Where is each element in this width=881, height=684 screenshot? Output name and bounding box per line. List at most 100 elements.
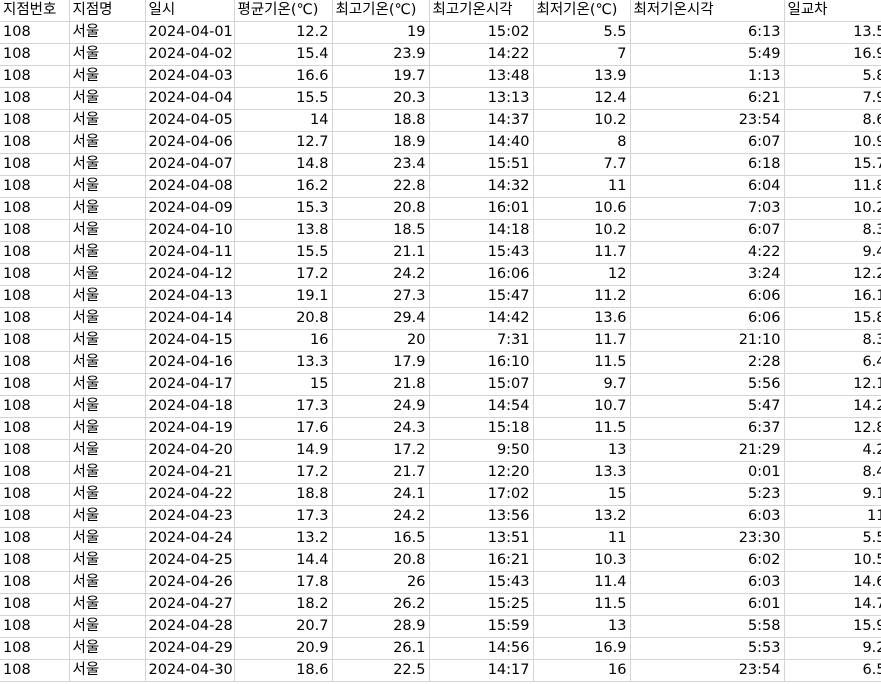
cell-max-temp[interactable]: 21.7 — [332, 461, 430, 484]
cell-daily-range[interactable]: 8.3 — [784, 219, 881, 242]
cell-avg-temp[interactable]: 17.2 — [234, 263, 333, 286]
cell-avg-temp[interactable]: 13.3 — [234, 351, 333, 374]
cell-min-temp[interactable]: 13 — [533, 615, 631, 638]
cell-daily-range[interactable]: 12.1 — [784, 373, 881, 396]
cell-min-temp[interactable]: 11 — [533, 527, 631, 550]
cell-date[interactable]: 2024-04-30 — [145, 659, 235, 682]
cell-max-temp-time[interactable]: 15:59 — [429, 615, 534, 638]
cell-min-temp[interactable]: 13.6 — [533, 307, 631, 330]
cell-station-name[interactable]: 서울 — [69, 197, 146, 220]
cell-date[interactable]: 2024-04-14 — [145, 307, 235, 330]
header-cell-min-temp-time[interactable]: 최저기온시각 — [630, 0, 785, 22]
cell-date[interactable]: 2024-04-28 — [145, 615, 235, 638]
cell-station-name[interactable]: 서울 — [69, 175, 146, 198]
cell-daily-range[interactable]: 15.9 — [784, 615, 881, 638]
cell-max-temp[interactable]: 20 — [332, 329, 430, 352]
cell-station-name[interactable]: 서울 — [69, 219, 146, 242]
cell-avg-temp[interactable]: 17.3 — [234, 505, 333, 528]
cell-daily-range[interactable]: 9.2 — [784, 637, 881, 660]
cell-min-temp-time[interactable]: 5:56 — [630, 373, 785, 396]
cell-min-temp-time[interactable]: 23:30 — [630, 527, 785, 550]
cell-date[interactable]: 2024-04-24 — [145, 527, 235, 550]
cell-daily-range[interactable]: 12.2 — [784, 263, 881, 286]
header-cell-max-temp-time[interactable]: 최고기온시각 — [429, 0, 534, 22]
cell-daily-range[interactable]: 4.2 — [784, 439, 881, 462]
cell-date[interactable]: 2024-04-13 — [145, 285, 235, 308]
cell-date[interactable]: 2024-04-22 — [145, 483, 235, 506]
cell-station-id[interactable]: 108 — [0, 505, 70, 528]
cell-min-temp-time[interactable]: 6:02 — [630, 549, 785, 572]
cell-min-temp-time[interactable]: 5:47 — [630, 395, 785, 418]
cell-daily-range[interactable]: 9.4 — [784, 241, 881, 264]
header-cell-station-id[interactable]: 지점번호 — [0, 0, 70, 22]
cell-max-temp[interactable]: 21.1 — [332, 241, 430, 264]
cell-station-id[interactable]: 108 — [0, 659, 70, 682]
cell-station-id[interactable]: 108 — [0, 373, 70, 396]
cell-min-temp[interactable]: 13.9 — [533, 65, 631, 88]
cell-date[interactable]: 2024-04-01 — [145, 21, 235, 44]
cell-min-temp[interactable]: 11.7 — [533, 241, 631, 264]
cell-min-temp[interactable]: 11.4 — [533, 571, 631, 594]
cell-avg-temp[interactable]: 12.7 — [234, 131, 333, 154]
cell-min-temp-time[interactable]: 3:24 — [630, 263, 785, 286]
cell-min-temp-time[interactable]: 21:10 — [630, 329, 785, 352]
cell-max-temp[interactable]: 17.9 — [332, 351, 430, 374]
cell-date[interactable]: 2024-04-18 — [145, 395, 235, 418]
cell-daily-range[interactable]: 6.4 — [784, 351, 881, 374]
cell-max-temp[interactable]: 24.1 — [332, 483, 430, 506]
cell-station-id[interactable]: 108 — [0, 241, 70, 264]
cell-station-name[interactable]: 서울 — [69, 307, 146, 330]
cell-min-temp[interactable]: 7 — [533, 43, 631, 66]
cell-min-temp-time[interactable]: 6:13 — [630, 21, 785, 44]
header-cell-daily-range[interactable]: 일교차 — [784, 0, 881, 22]
cell-daily-range[interactable]: 14.6 — [784, 571, 881, 594]
cell-station-id[interactable]: 108 — [0, 571, 70, 594]
cell-max-temp-time[interactable]: 13:51 — [429, 527, 534, 550]
cell-max-temp-time[interactable]: 13:48 — [429, 65, 534, 88]
cell-daily-range[interactable]: 8.6 — [784, 109, 881, 132]
cell-avg-temp[interactable]: 15.5 — [234, 241, 333, 264]
cell-daily-range[interactable]: 7.9 — [784, 87, 881, 110]
cell-max-temp-time[interactable]: 14:22 — [429, 43, 534, 66]
cell-min-temp[interactable]: 13 — [533, 439, 631, 462]
cell-min-temp-time[interactable]: 5:23 — [630, 483, 785, 506]
cell-station-id[interactable]: 108 — [0, 197, 70, 220]
cell-max-temp-time[interactable]: 15:25 — [429, 593, 534, 616]
cell-station-id[interactable]: 108 — [0, 417, 70, 440]
cell-min-temp-time[interactable]: 6:07 — [630, 219, 785, 242]
cell-daily-range[interactable]: 16.9 — [784, 43, 881, 66]
cell-min-temp-time[interactable]: 21:29 — [630, 439, 785, 462]
cell-min-temp[interactable]: 8 — [533, 131, 631, 154]
cell-avg-temp[interactable]: 20.7 — [234, 615, 333, 638]
cell-date[interactable]: 2024-04-12 — [145, 263, 235, 286]
cell-daily-range[interactable]: 11 — [784, 505, 881, 528]
cell-daily-range[interactable]: 16.1 — [784, 285, 881, 308]
cell-max-temp-time[interactable]: 17:02 — [429, 483, 534, 506]
cell-daily-range[interactable]: 15.7 — [784, 153, 881, 176]
cell-station-id[interactable]: 108 — [0, 351, 70, 374]
cell-max-temp-time[interactable]: 14:56 — [429, 637, 534, 660]
cell-station-name[interactable]: 서울 — [69, 241, 146, 264]
cell-min-temp[interactable]: 11.2 — [533, 285, 631, 308]
cell-max-temp[interactable]: 19.7 — [332, 65, 430, 88]
cell-max-temp[interactable]: 18.5 — [332, 219, 430, 242]
cell-station-id[interactable]: 108 — [0, 21, 70, 44]
cell-station-id[interactable]: 108 — [0, 285, 70, 308]
cell-date[interactable]: 2024-04-04 — [145, 87, 235, 110]
cell-avg-temp[interactable]: 13.8 — [234, 219, 333, 242]
cell-max-temp-time[interactable]: 16:06 — [429, 263, 534, 286]
cell-station-id[interactable]: 108 — [0, 153, 70, 176]
cell-max-temp[interactable]: 21.8 — [332, 373, 430, 396]
cell-daily-range[interactable]: 10.9 — [784, 131, 881, 154]
cell-min-temp-time[interactable]: 5:58 — [630, 615, 785, 638]
cell-min-temp[interactable]: 16 — [533, 659, 631, 682]
cell-station-name[interactable]: 서울 — [69, 65, 146, 88]
cell-station-name[interactable]: 서울 — [69, 461, 146, 484]
cell-station-id[interactable]: 108 — [0, 131, 70, 154]
cell-max-temp-time[interactable]: 12:20 — [429, 461, 534, 484]
cell-station-name[interactable]: 서울 — [69, 285, 146, 308]
cell-min-temp-time[interactable]: 6:07 — [630, 131, 785, 154]
cell-date[interactable]: 2024-04-16 — [145, 351, 235, 374]
cell-max-temp-time[interactable]: 16:01 — [429, 197, 534, 220]
cell-station-name[interactable]: 서울 — [69, 373, 146, 396]
